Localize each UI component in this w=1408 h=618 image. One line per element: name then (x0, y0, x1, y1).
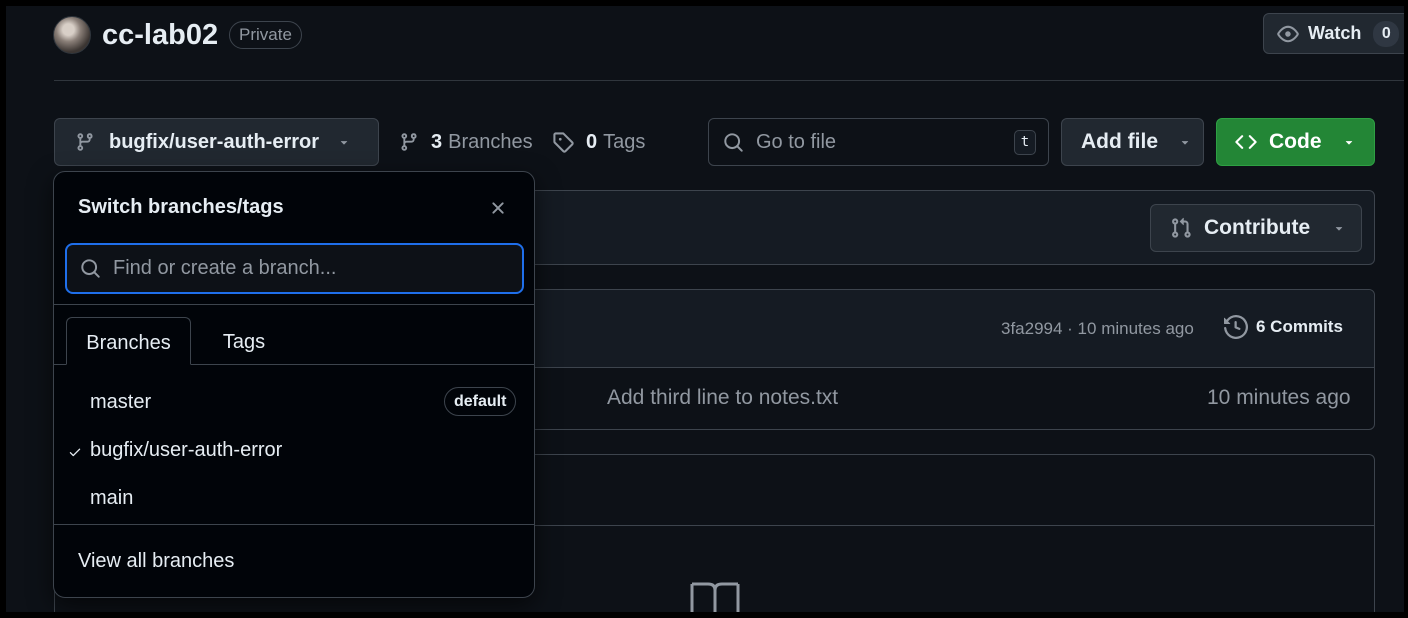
git-branch-icon (401, 133, 417, 151)
go-to-file-placeholder: Go to file (756, 130, 837, 153)
branch-name: main (90, 487, 134, 509)
branch-switcher-dropdown: Switch branches/tags Find or create a br… (53, 171, 535, 598)
close-icon[interactable] (488, 198, 508, 218)
book-icon (690, 582, 740, 612)
keyboard-shortcut-hint: t (1014, 130, 1036, 155)
caret-down-icon (340, 141, 348, 145)
default-badge: default (444, 387, 517, 416)
branches-count: 3 (431, 130, 443, 153)
dropdown-divider (54, 524, 534, 525)
repo-name[interactable]: cc-lab02 (102, 16, 218, 54)
branches-link[interactable]: 3 Branches (399, 118, 533, 166)
contribute-label: Contribute (1204, 216, 1311, 239)
git-pull-request-icon (1172, 217, 1191, 238)
commits-count-label: 6 Commits (1256, 317, 1343, 336)
go-to-file-input[interactable]: Go to file t (708, 118, 1049, 166)
branch-search-placeholder: Find or create a branch... (113, 257, 337, 279)
dropdown-title: Switch branches/tags (78, 196, 284, 218)
visibility-badge: Private (229, 21, 302, 49)
header-divider (54, 80, 1404, 81)
github-repo-page: cc-lab02 Private Watch 0 bugfix/user-aut… (6, 6, 1404, 612)
tags-label: Tags (603, 130, 646, 153)
file-commit-time: 10 minutes ago (1207, 386, 1351, 409)
branch-item-bugfix-user-auth-error[interactable]: bugfix/user-auth-error (54, 427, 534, 473)
caret-down-icon (1345, 141, 1352, 145)
commits-history-link[interactable]: 6 Commits (1224, 315, 1343, 339)
branch-name: master (90, 391, 152, 413)
add-file-button[interactable]: Add file (1061, 118, 1204, 166)
tab-tags[interactable]: Tags (204, 317, 284, 365)
check-icon (69, 448, 81, 457)
eye-icon (1277, 25, 1299, 42)
watch-count: 0 (1373, 20, 1400, 47)
search-icon (724, 132, 743, 152)
code-icon (1235, 135, 1257, 149)
branch-name: bugfix/user-auth-error (90, 439, 283, 461)
avatar[interactable] (53, 16, 91, 54)
latest-commit-meta[interactable]: 3fa2994 · 10 minutes ago (1001, 319, 1194, 339)
history-icon (1224, 315, 1248, 339)
search-icon (81, 259, 100, 278)
branch-item-master[interactable]: master default (54, 379, 534, 425)
branch-selector-button[interactable]: bugfix/user-auth-error (54, 118, 379, 166)
branches-label: Branches (448, 130, 533, 153)
add-file-label: Add file (1081, 130, 1158, 153)
branch-search-input[interactable]: Find or create a branch... (65, 243, 524, 294)
tags-count: 0 (586, 130, 598, 153)
tab-branches[interactable]: Branches (66, 317, 191, 365)
caret-down-icon (1181, 141, 1189, 145)
tag-icon (553, 132, 574, 153)
contribute-button[interactable]: Contribute (1150, 204, 1362, 252)
tags-link[interactable]: 0 Tags (552, 118, 645, 166)
dropdown-divider (54, 304, 534, 305)
watch-button[interactable]: Watch 0 (1263, 13, 1404, 54)
current-branch-label: bugfix/user-auth-error (109, 130, 320, 153)
git-branch-icon (77, 133, 93, 151)
file-commit-message[interactable]: Add third line to notes.txt (607, 386, 838, 410)
caret-down-icon (1335, 227, 1343, 231)
branch-item-main[interactable]: main (54, 475, 534, 521)
view-all-branches-link[interactable]: View all branches (78, 550, 234, 573)
code-label: Code (1269, 130, 1322, 153)
code-button[interactable]: Code (1216, 118, 1375, 166)
watch-label: Watch (1308, 23, 1362, 43)
